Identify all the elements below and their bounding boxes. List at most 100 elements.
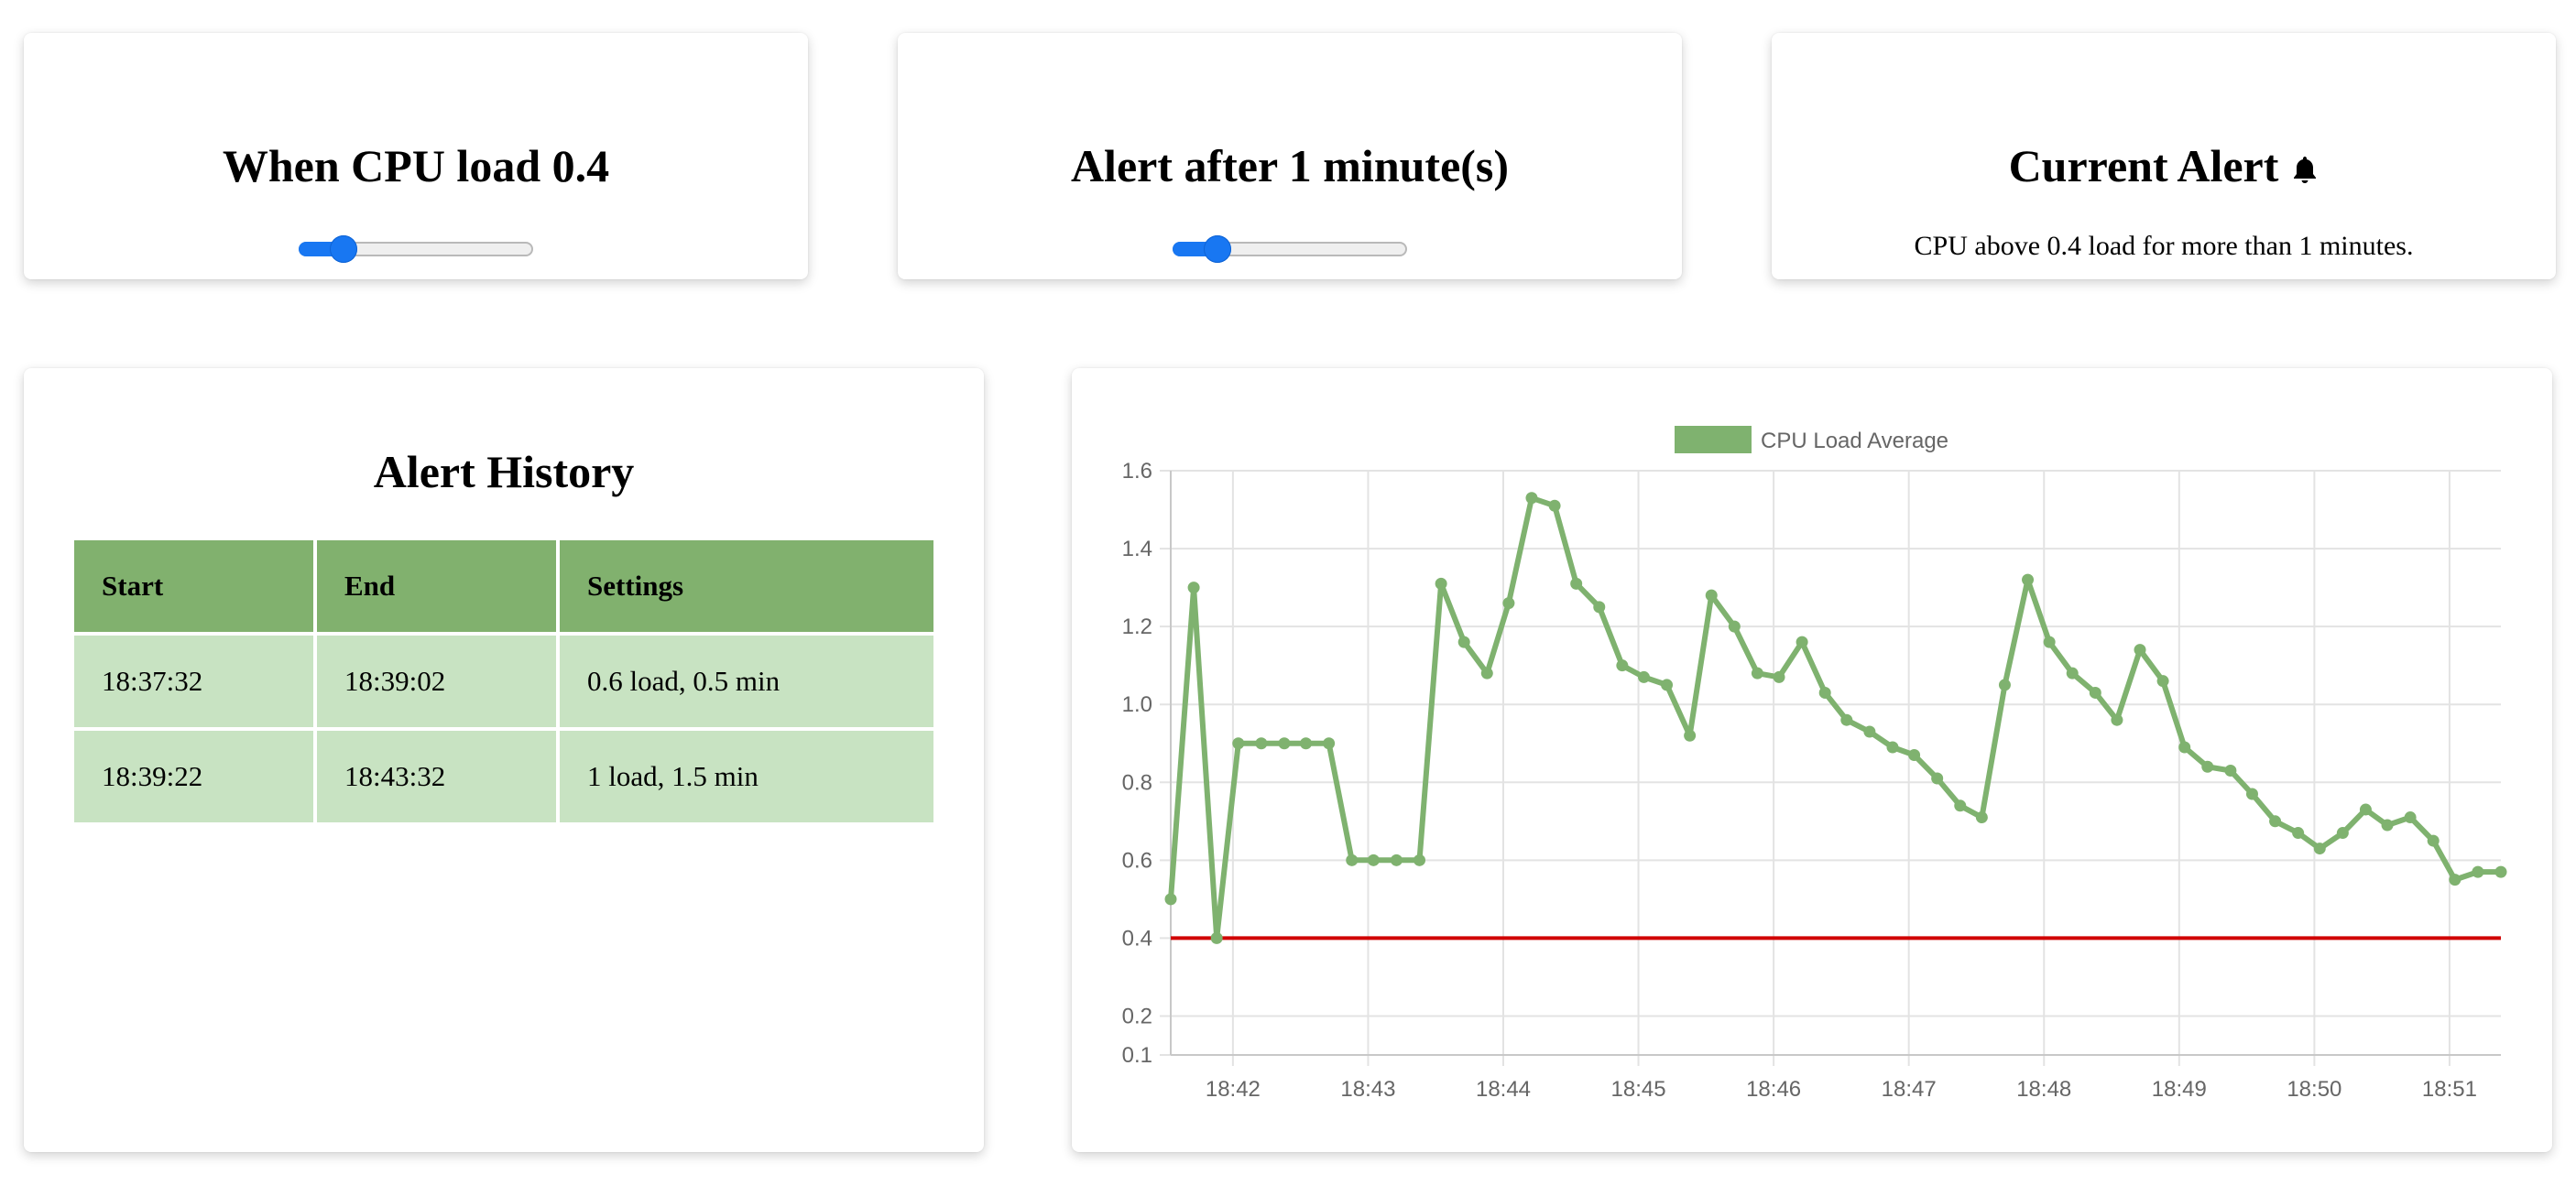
alert-history-card: Alert History Start End Settings 18:37:3… <box>24 368 984 1152</box>
y-tick-label: 0.4 <box>1122 926 1152 951</box>
data-point <box>2201 760 2214 773</box>
data-point <box>1323 737 1336 750</box>
data-point <box>1684 729 1697 742</box>
data-point <box>2359 803 2372 816</box>
data-point <box>2111 713 2123 726</box>
data-point <box>2313 843 2326 855</box>
data-point <box>1886 741 1899 754</box>
duration-title: Alert after 1 minute(s) <box>1070 140 1510 191</box>
x-tick-label: 18:51 <box>2422 1077 2477 1102</box>
x-tick-label: 18:42 <box>1206 1077 1261 1102</box>
cpu-load-chart: 0.1 0.2 0.4 0.6 0.8 1.0 1.2 1.4 1.6 18:42 18:43 18:… <box>1122 426 2507 1102</box>
y-tick-label: 1.4 <box>1122 537 1152 561</box>
y-tick-label: 1.0 <box>1122 692 1152 717</box>
x-tick-label: 18:45 <box>1611 1077 1666 1102</box>
data-point <box>2449 874 2461 886</box>
table-row: 18:39:22 18:43:32 1 load, 1.5 min <box>71 727 937 826</box>
data-point <box>2381 819 2394 832</box>
slider-thumb[interactable] <box>330 235 357 263</box>
data-point <box>1840 713 1853 726</box>
data-point <box>2089 686 2101 699</box>
data-point <box>1796 636 1808 648</box>
data-point <box>1480 667 1493 680</box>
data-point <box>1390 854 1403 866</box>
cell-end: 18:43:32 <box>313 727 560 826</box>
data-point <box>1863 725 1876 738</box>
cell-settings: 1 load, 1.5 min <box>556 727 937 826</box>
current-alert-card: Current Alert CPU above 0.4 load for mor… <box>1772 33 2556 279</box>
duration-card: Alert after 1 minute(s) <box>898 33 1682 279</box>
data-point <box>2336 827 2349 840</box>
threshold-title: When CPU load 0.4 <box>222 140 610 191</box>
data-point <box>1908 748 1921 761</box>
data-point <box>2404 811 2417 824</box>
cell-settings: 0.6 load, 0.5 min <box>556 632 937 731</box>
data-point <box>1773 670 1785 683</box>
x-tick-label: 18:43 <box>1340 1077 1395 1102</box>
x-tick-label: 18:50 <box>2287 1077 2341 1102</box>
data-point <box>1346 854 1359 866</box>
x-tick-label: 18:47 <box>1882 1077 1937 1102</box>
data-point <box>1616 659 1629 672</box>
threshold-slider[interactable] <box>299 235 533 263</box>
legend-swatch <box>1675 426 1752 453</box>
data-point <box>1954 799 1967 812</box>
data-point <box>1414 854 1426 866</box>
data-point <box>1975 811 1988 824</box>
y-tick-label: 0.2 <box>1122 1004 1152 1028</box>
y-tick-label: 1.2 <box>1122 614 1152 639</box>
cell-end: 18:39:02 <box>313 632 560 731</box>
data-point <box>1367 854 1380 866</box>
data-point <box>2472 865 2484 878</box>
data-point <box>1593 601 1606 614</box>
data-point <box>2066 667 2079 680</box>
duration-slider[interactable] <box>1173 235 1407 263</box>
data-point <box>2427 834 2440 847</box>
current-alert-title: Current Alert <box>2008 140 2279 191</box>
data-point <box>1164 893 1177 906</box>
y-tick-label: 1.6 <box>1122 459 1152 484</box>
data-point <box>1300 737 1313 750</box>
data-point <box>2178 741 2191 754</box>
data-point <box>1705 589 1718 602</box>
legend-label: CPU Load Average <box>1761 429 1948 453</box>
column-header-start: Start <box>71 537 317 636</box>
data-point <box>1637 670 1650 683</box>
data-point <box>1931 772 1944 785</box>
y-tick-label: 0.6 <box>1122 848 1152 873</box>
table-header-row: Start End Settings <box>71 537 937 636</box>
threshold-card: When CPU load 0.4 <box>24 33 808 279</box>
data-point <box>2156 675 2169 688</box>
x-tick-label: 18:49 <box>2152 1077 2207 1102</box>
data-point <box>1502 597 1515 610</box>
data-point <box>2134 644 2146 657</box>
data-point <box>2224 765 2237 777</box>
cell-start: 18:37:32 <box>71 632 317 731</box>
data-point <box>2269 815 2282 828</box>
data-point <box>1751 667 1763 680</box>
data-point <box>1728 620 1741 633</box>
alert-history-table: Start End Settings 18:37:32 18:39:02 0.6… <box>71 537 937 826</box>
data-point <box>1278 737 1291 750</box>
y-tick-label: 0.1 <box>1122 1043 1152 1068</box>
x-tick-label: 18:46 <box>1746 1077 1801 1102</box>
series-line <box>1168 495 2501 941</box>
slider-thumb[interactable] <box>1204 235 1231 263</box>
data-point <box>2245 788 2258 800</box>
data-point <box>1210 931 1223 944</box>
data-point <box>2022 573 2035 586</box>
column-header-settings: Settings <box>556 537 937 636</box>
data-point <box>2043 636 2056 648</box>
column-header-end: End <box>313 537 560 636</box>
current-alert-heading: Current Alert <box>1772 143 2556 191</box>
history-title: Alert History <box>373 446 635 497</box>
data-point <box>1255 737 1268 750</box>
x-tick-label: 18:48 <box>2016 1077 2071 1102</box>
cpu-chart-card: 0.1 0.2 0.4 0.6 0.8 1.0 1.2 1.4 1.6 18:42 18:43 18:… <box>1072 368 2552 1152</box>
data-point <box>1232 737 1245 750</box>
data-point <box>1818 686 1831 699</box>
cell-start: 18:39:22 <box>71 727 317 826</box>
data-point <box>1435 577 1447 590</box>
data-point <box>2292 827 2305 840</box>
table-row: 18:37:32 18:39:02 0.6 load, 0.5 min <box>71 632 937 731</box>
